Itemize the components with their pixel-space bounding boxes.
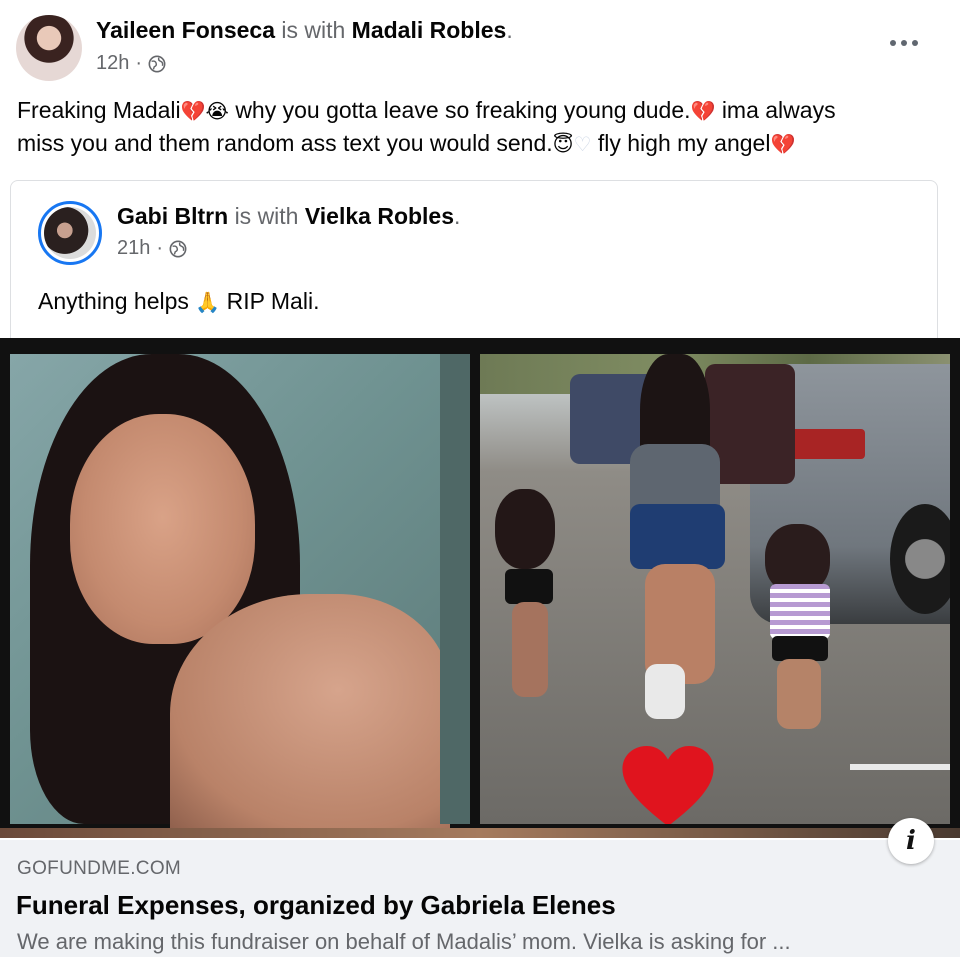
broken-heart-icon: 💔 [690, 99, 716, 123]
parking-lot-photo [480, 354, 950, 824]
post-text-line-1: Freaking Madali💔😭 why you gotta leave so… [17, 94, 947, 127]
broken-heart-icon: 💔 [180, 99, 206, 123]
link-domain: GOFUNDME.COM [17, 858, 182, 879]
photo-child-right-legs [777, 659, 821, 729]
globe-icon [169, 240, 187, 257]
meta-dot: · [135, 52, 143, 74]
photo-shoulder [170, 594, 450, 834]
photo-wall-right [440, 354, 470, 824]
photo-child-left-shorts [505, 569, 553, 604]
photo-parking-line [850, 764, 950, 770]
more-options-button[interactable] [890, 40, 918, 46]
selfie-photo [10, 354, 470, 834]
period: . [506, 17, 513, 43]
shared-post-meta: 21h · [117, 237, 187, 260]
globe-icon [148, 55, 166, 72]
photo-child-left [495, 489, 555, 569]
link-title[interactable]: Funeral Expenses, organized by Gabriela … [16, 890, 616, 921]
photo-child-left-legs [512, 602, 548, 697]
praying-hands-icon: 🙏 [195, 290, 221, 314]
tagged-name[interactable]: Madali Robles [352, 17, 507, 43]
shared-avatar-photo [44, 207, 96, 259]
more-dot [912, 40, 918, 46]
shared-author-name[interactable]: Gabi Bltrn [117, 203, 228, 229]
crying-face-icon: 😭 [205, 99, 229, 123]
photo-mother-shorts [630, 504, 725, 569]
link-preview[interactable]: GOFUNDME.COM Funeral Expenses, organized… [0, 840, 960, 957]
shared-meta-dot: · [156, 237, 164, 259]
more-dot [890, 40, 896, 46]
post-text: Freaking Madali💔😭 why you gotta leave so… [17, 94, 947, 160]
info-icon: i [906, 826, 916, 856]
broken-heart-icon: 💔 [770, 132, 796, 156]
link-description: We are making this fundraiser on behalf … [17, 929, 791, 954]
post-time[interactable]: 12h [96, 52, 129, 75]
author-name[interactable]: Yaileen Fonseca [96, 17, 275, 43]
shared-photo[interactable] [0, 338, 960, 838]
post-meta: 12h · [96, 52, 166, 75]
shared-period: . [454, 203, 461, 229]
info-button[interactable]: i [888, 818, 934, 864]
shared-post-time[interactable]: 21h [117, 237, 150, 260]
photo-car-taillight [785, 429, 865, 459]
more-dot [901, 40, 907, 46]
white-heart-icon: ♡ [573, 132, 592, 156]
shared-post-header: Gabi Bltrn is with Vielka Robles. [117, 202, 460, 230]
shared-tagged-name[interactable]: Vielka Robles [305, 203, 454, 229]
post-header: Yaileen Fonseca is with Madali Robles. [96, 16, 513, 44]
shared-post-text: Anything helps 🙏 RIP Mali. [38, 285, 319, 318]
with-text: is with [281, 17, 346, 43]
shared-with-text: is with [234, 203, 299, 229]
photo-mother-shoe [645, 664, 685, 719]
photo-child-right-shorts [772, 636, 828, 661]
photo-bottom-strip [0, 828, 960, 838]
photo-child-right-top [770, 584, 830, 639]
angel-face-icon: 😇 [552, 132, 574, 156]
post-text-line-2: miss you and them random ass text you wo… [17, 127, 947, 160]
photo-face [70, 414, 255, 644]
shared-author-avatar[interactable] [38, 201, 102, 265]
author-avatar[interactable] [16, 15, 82, 81]
red-heart-icon [622, 746, 714, 824]
